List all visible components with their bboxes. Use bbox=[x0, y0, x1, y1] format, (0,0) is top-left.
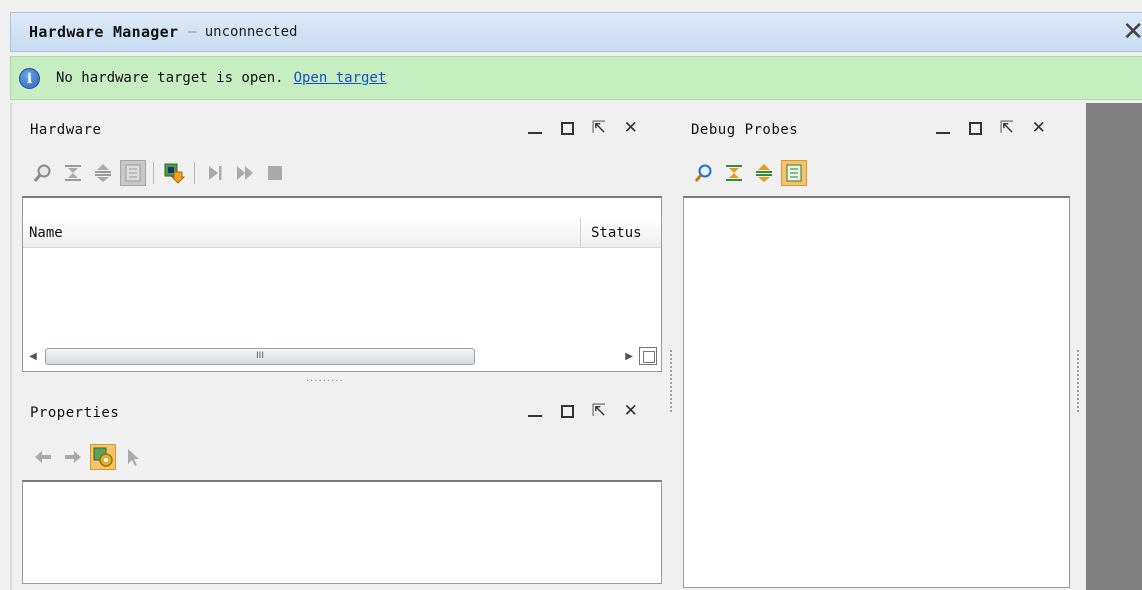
close-icon[interactable]: ✕ bbox=[622, 401, 640, 423]
close-icon[interactable]: ✕ bbox=[1122, 17, 1142, 47]
info-message: No hardware target is open. bbox=[56, 70, 284, 86]
run-trigger-immediate-icon[interactable] bbox=[232, 160, 258, 186]
table-header: Name Status bbox=[23, 218, 661, 248]
back-arrow-icon[interactable] bbox=[30, 444, 56, 470]
close-icon[interactable]: ✕ bbox=[622, 118, 640, 140]
side-strip bbox=[1086, 103, 1142, 590]
maximize-icon[interactable] bbox=[558, 401, 576, 423]
properties-window-controls: ⇱ ✕ bbox=[526, 401, 640, 423]
float-icon[interactable]: ⇱ bbox=[998, 118, 1016, 140]
hardware-manager-titlebar: Hardware Manager – unconnected ✕ bbox=[10, 12, 1142, 52]
properties-content bbox=[22, 480, 662, 584]
debug-probes-content bbox=[683, 196, 1070, 588]
info-banner: i No hardware target is open. Open targe… bbox=[10, 56, 1142, 100]
maximize-icon[interactable] bbox=[558, 118, 576, 140]
horizontal-splitter[interactable]: ········· bbox=[306, 376, 344, 387]
run-trigger-icon[interactable] bbox=[202, 160, 228, 186]
debug-probes-toolbar bbox=[683, 157, 807, 189]
left-edge bbox=[10, 103, 12, 590]
select-pointer-icon[interactable] bbox=[120, 444, 146, 470]
expand-all-icon[interactable] bbox=[90, 160, 116, 186]
info-icon: i bbox=[19, 67, 40, 89]
float-icon[interactable]: ⇱ bbox=[590, 118, 608, 140]
title-separator: – bbox=[188, 24, 197, 40]
auto-connect-icon[interactable] bbox=[120, 160, 146, 186]
search-icon[interactable] bbox=[30, 160, 56, 186]
program-device-icon[interactable] bbox=[161, 160, 187, 186]
debug-probes-panel-header: Debug Probes ⇱ ✕ bbox=[683, 112, 1070, 148]
column-chooser-icon[interactable] bbox=[639, 347, 657, 365]
show-hierarchy-icon[interactable] bbox=[781, 160, 807, 186]
forward-arrow-icon[interactable] bbox=[60, 444, 86, 470]
hardware-toolbar bbox=[22, 157, 288, 189]
properties-toolbar bbox=[22, 441, 146, 473]
collapse-all-icon[interactable] bbox=[721, 160, 747, 186]
hardware-panel-title: Hardware bbox=[30, 122, 102, 138]
collapse-all-icon[interactable] bbox=[60, 160, 86, 186]
vertical-splitter[interactable] bbox=[670, 350, 673, 412]
right-splitter[interactable] bbox=[1077, 350, 1080, 412]
properties-panel-title: Properties bbox=[30, 405, 120, 421]
hardware-panel-header: Hardware ⇱ ✕ bbox=[22, 112, 662, 148]
minimize-icon[interactable] bbox=[526, 118, 544, 140]
toolbar-separator bbox=[194, 162, 195, 184]
connection-status: unconnected bbox=[204, 24, 298, 40]
column-header-name[interactable]: Name bbox=[23, 218, 581, 247]
scrollbar-thumb[interactable]: III bbox=[45, 347, 475, 365]
scroll-left-icon[interactable]: ◀ bbox=[25, 351, 41, 362]
properties-panel-header: Properties ⇱ ✕ bbox=[22, 395, 662, 431]
minimize-icon[interactable] bbox=[526, 401, 544, 423]
hardware-tree-table: Name Status ◀ III ▶ bbox=[22, 196, 662, 372]
minimize-icon[interactable] bbox=[934, 118, 952, 140]
properties-settings-icon[interactable] bbox=[90, 444, 116, 470]
open-target-link[interactable]: Open target bbox=[294, 70, 387, 86]
debug-probes-window-controls: ⇱ ✕ bbox=[934, 118, 1048, 140]
toolbar-separator bbox=[153, 162, 154, 184]
window-title: Hardware Manager bbox=[29, 23, 179, 41]
scroll-right-icon[interactable]: ▶ bbox=[625, 351, 633, 362]
hardware-window-controls: ⇱ ✕ bbox=[526, 118, 640, 140]
column-header-status[interactable]: Status bbox=[581, 218, 661, 247]
debug-probes-panel-title: Debug Probes bbox=[691, 122, 799, 138]
stop-trigger-icon[interactable] bbox=[262, 160, 288, 186]
close-icon[interactable]: ✕ bbox=[1030, 118, 1048, 140]
float-icon[interactable]: ⇱ bbox=[590, 401, 608, 423]
search-icon[interactable] bbox=[691, 160, 717, 186]
maximize-icon[interactable] bbox=[966, 118, 984, 140]
horizontal-scrollbar[interactable]: ◀ III ▶ bbox=[25, 345, 659, 367]
expand-all-icon[interactable] bbox=[751, 160, 777, 186]
